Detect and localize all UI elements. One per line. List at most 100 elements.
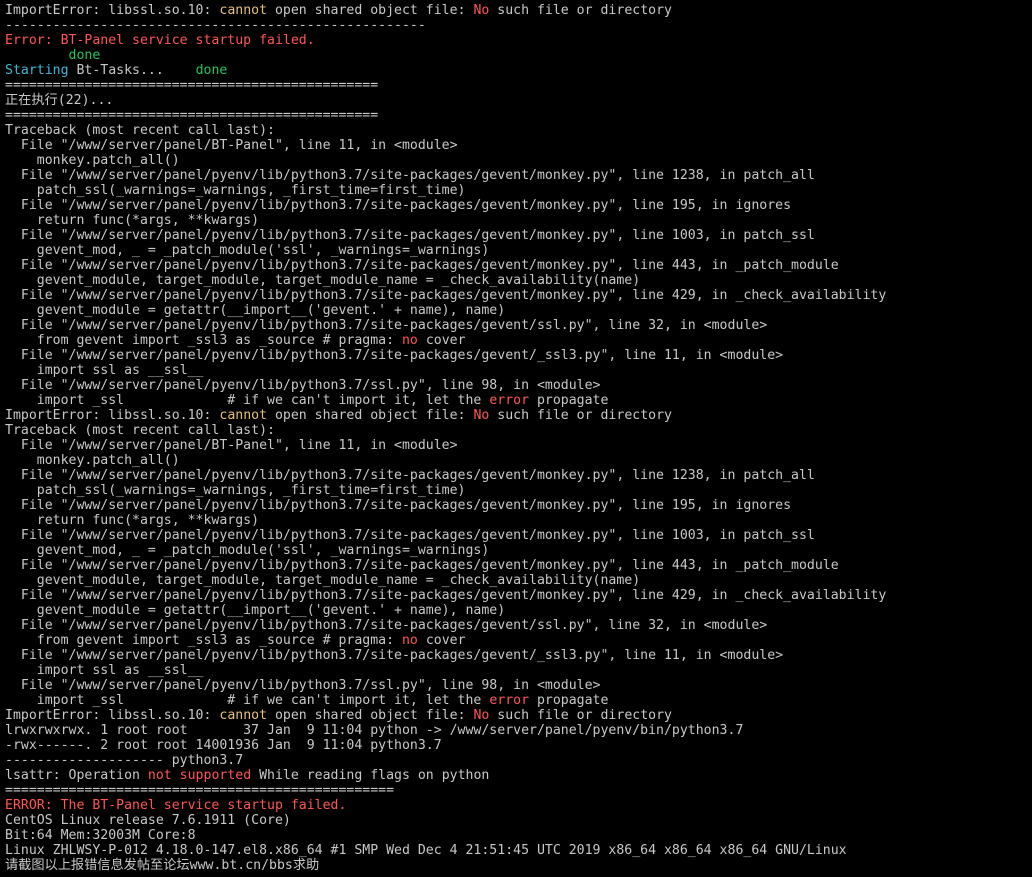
terminal-text-segment: open shared object file:	[267, 408, 474, 423]
terminal-text-segment: gevent_module, target_module, target_mod…	[5, 573, 641, 588]
terminal-text-segment: lsattr: Operation	[5, 768, 148, 783]
terminal-text-segment: Linux ZHLWSY-P-012 4.18.0-147.el8.x86_64…	[5, 843, 847, 858]
terminal-line: gevent_module = getattr(__import__('geve…	[5, 303, 1032, 318]
terminal-text-segment: ========================================…	[5, 78, 379, 93]
terminal-line: from gevent import _ssl3 as _source # pr…	[5, 633, 1032, 648]
terminal-text-segment: such file or directory	[489, 408, 672, 423]
terminal-text-segment: gevent_module = getattr(__import__('geve…	[5, 303, 506, 318]
terminal-line: gevent_module = getattr(__import__('geve…	[5, 603, 1032, 618]
terminal-line: Traceback (most recent call last):	[5, 123, 1032, 138]
terminal-text-segment: such file or directory	[489, 3, 672, 18]
terminal-text-segment: File "/www/server/panel/pyenv/lib/python…	[5, 558, 839, 573]
terminal-text-segment: -rwx------. 2 root root 14001936 Jan 9 1…	[5, 738, 442, 753]
terminal-line: File "/www/server/panel/BT-Panel", line …	[5, 438, 1032, 453]
terminal-text-segment: 正在执行(22)...	[5, 93, 114, 108]
terminal-line: patch_ssl(_warnings=_warnings, _first_ti…	[5, 483, 1032, 498]
terminal-text-segment: File "/www/server/panel/pyenv/lib/python…	[5, 678, 601, 693]
terminal-line: 正在执行(22)...	[5, 93, 1032, 108]
terminal-text-segment: import _ssl # if we can't import it, let…	[5, 693, 490, 708]
terminal-line: File "/www/server/panel/pyenv/lib/python…	[5, 228, 1032, 243]
terminal-text-segment: done	[68, 48, 101, 63]
terminal-line: ========================================…	[5, 108, 1032, 123]
terminal-text-segment: cannot	[219, 408, 268, 423]
terminal-line: monkey.patch_all()	[5, 453, 1032, 468]
terminal-line: gevent_module, target_module, target_mod…	[5, 273, 1032, 288]
terminal-line: File "/www/server/panel/pyenv/lib/python…	[5, 678, 1032, 693]
terminal-text-segment: return func(*args, **kwargs)	[5, 213, 260, 228]
terminal-line: patch_ssl(_warnings=_warnings, _first_ti…	[5, 183, 1032, 198]
terminal-text-segment: import ssl as __ssl__	[5, 363, 204, 378]
terminal-text-segment: ----------------------------------------…	[5, 18, 426, 33]
terminal-line: Linux ZHLWSY-P-012 4.18.0-147.el8.x86_64…	[5, 843, 1032, 858]
terminal-text-segment: File "/www/server/panel/pyenv/lib/python…	[5, 228, 815, 243]
terminal-line: return func(*args, **kwargs)	[5, 213, 1032, 228]
terminal-text-segment: File "/www/server/panel/pyenv/lib/python…	[5, 318, 768, 333]
terminal-text-segment: gevent_module = getattr(__import__('geve…	[5, 603, 506, 618]
terminal-line: import _ssl # if we can't import it, let…	[5, 693, 1032, 708]
terminal-line: import _ssl # if we can't import it, let…	[5, 393, 1032, 408]
terminal-text-segment: While reading flags on python	[251, 768, 490, 783]
terminal-line: -------------------- python3.7	[5, 753, 1032, 768]
terminal-text-segment: not supported	[147, 768, 252, 783]
terminal-line: File "/www/server/panel/pyenv/lib/python…	[5, 588, 1032, 603]
terminal-line: Error: BT-Panel service startup failed.	[5, 33, 1032, 48]
terminal-line: Bit:64 Mem:32003M Core:8	[5, 828, 1032, 843]
terminal-line: CentOS Linux release 7.6.1911 (Core)	[5, 813, 1032, 828]
terminal-text-segment: File "/www/server/panel/pyenv/lib/python…	[5, 198, 792, 213]
terminal-text-segment: from gevent import _ssl3 as _source # pr…	[5, 633, 402, 648]
terminal-text-segment: propagate	[529, 393, 609, 408]
terminal-line: gevent_module, target_module, target_mod…	[5, 573, 1032, 588]
terminal-text-segment: patch_ssl(_warnings=_warnings, _first_ti…	[5, 183, 466, 198]
terminal-line: done	[5, 48, 1032, 63]
terminal-line: File "/www/server/panel/pyenv/lib/python…	[5, 348, 1032, 363]
terminal-text-segment: File "/www/server/panel/BT-Panel", line …	[5, 138, 458, 153]
terminal-text-segment: import ssl as __ssl__	[5, 663, 204, 678]
terminal-line: File "/www/server/panel/pyenv/lib/python…	[5, 618, 1032, 633]
terminal-text-segment: ImportError: libssl.so.10:	[5, 408, 220, 423]
terminal-line: Traceback (most recent call last):	[5, 423, 1032, 438]
terminal-text-segment: File "/www/server/panel/pyenv/lib/python…	[5, 468, 815, 483]
terminal-text-segment: File "/www/server/panel/pyenv/lib/python…	[5, 618, 768, 633]
terminal-text-segment: -------------------- python3.7	[5, 753, 244, 768]
terminal-text-segment: ========================================…	[5, 783, 395, 798]
terminal-text-segment: 请截图以上报错信息发帖至论坛www.bt.cn/bbs求助	[5, 858, 320, 873]
terminal-line: -rwx------. 2 root root 14001936 Jan 9 1…	[5, 738, 1032, 753]
terminal-line: ----------------------------------------…	[5, 18, 1032, 33]
terminal-text-segment: Traceback (most recent call last):	[5, 423, 275, 438]
terminal-text-segment: No	[473, 3, 490, 18]
terminal-line: ========================================…	[5, 783, 1032, 798]
terminal-text-segment: done	[195, 63, 228, 78]
terminal-text-segment: Traceback (most recent call last):	[5, 123, 275, 138]
terminal-line: Starting Bt-Tasks... done	[5, 63, 1032, 78]
terminal-text-segment: Error: BT-Panel service startup failed.	[5, 33, 315, 48]
terminal-line: ERROR: The BT-Panel service startup fail…	[5, 798, 1032, 813]
terminal-line: File "/www/server/panel/pyenv/lib/python…	[5, 528, 1032, 543]
terminal-text-segment: File "/www/server/panel/pyenv/lib/python…	[5, 378, 601, 393]
terminal-line: File "/www/server/panel/pyenv/lib/python…	[5, 648, 1032, 663]
terminal-text-segment: open shared object file:	[267, 708, 474, 723]
terminal-text-segment: File "/www/server/panel/pyenv/lib/python…	[5, 348, 784, 363]
terminal-text-segment: from gevent import _ssl3 as _source # pr…	[5, 333, 402, 348]
terminal-text-segment: gevent_mod, _ = _patch_module('ssl', _wa…	[5, 543, 490, 558]
terminal-text-segment: File "/www/server/panel/pyenv/lib/python…	[5, 588, 887, 603]
terminal-line: gevent_mod, _ = _patch_module('ssl', _wa…	[5, 543, 1032, 558]
terminal-text-segment: gevent_module, target_module, target_mod…	[5, 273, 641, 288]
terminal-line: monkey.patch_all()	[5, 153, 1032, 168]
terminal-line: gevent_mod, _ = _patch_module('ssl', _wa…	[5, 243, 1032, 258]
terminal-text-segment: cannot	[219, 708, 268, 723]
terminal-text-segment: Starting	[5, 63, 69, 78]
terminal-text-segment: propagate	[529, 693, 609, 708]
terminal-text-segment: gevent_mod, _ = _patch_module('ssl', _wa…	[5, 243, 490, 258]
terminal-text-segment: Bt-Tasks...	[68, 63, 196, 78]
terminal-line: return func(*args, **kwargs)	[5, 513, 1032, 528]
terminal-text-segment: File "/www/server/panel/pyenv/lib/python…	[5, 648, 784, 663]
terminal-text-segment: cover	[417, 633, 466, 648]
terminal-text-segment: lrwxrwxrwx. 1 root root 37 Jan 9 11:04 p…	[5, 723, 744, 738]
terminal-line: File "/www/server/panel/pyenv/lib/python…	[5, 498, 1032, 513]
terminal-text-segment: File "/www/server/panel/pyenv/lib/python…	[5, 288, 887, 303]
terminal-output[interactable]: ImportError: libssl.so.10: cannot open s…	[0, 0, 1032, 877]
terminal-line: from gevent import _ssl3 as _source # pr…	[5, 333, 1032, 348]
terminal-line: File "/www/server/panel/pyenv/lib/python…	[5, 378, 1032, 393]
terminal-line: lsattr: Operation not supported While re…	[5, 768, 1032, 783]
terminal-text-segment: Bit:64 Mem:32003M Core:8	[5, 828, 196, 843]
